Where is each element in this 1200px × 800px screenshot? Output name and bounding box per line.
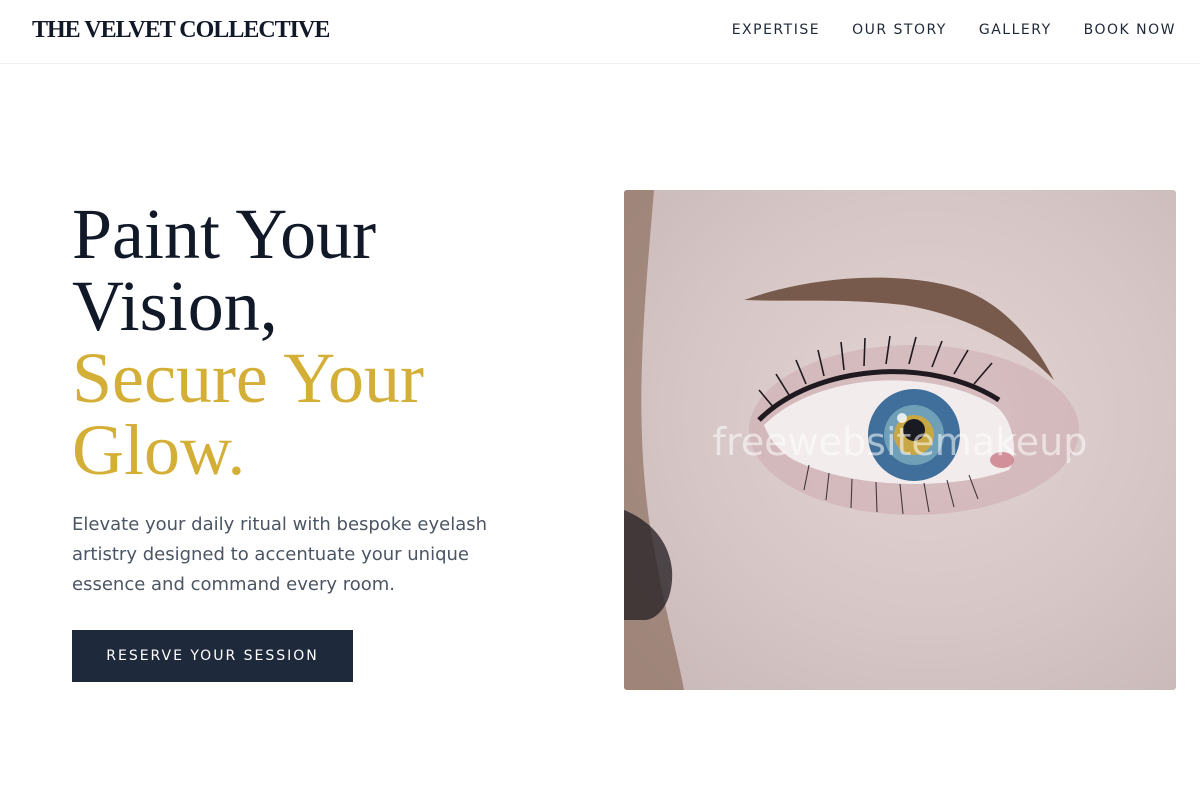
hero-title-line-2: Vision, [72,266,278,346]
brand-logo[interactable]: THE VELVET COLLECTIVE [32,17,330,44]
hero-description: Elevate your daily ritual with bespoke e… [72,514,488,595]
hero-title-line-1: Paint Your [72,194,377,274]
nav-link-gallery[interactable]: GALLERY [979,22,1052,38]
nav-link-book-now[interactable]: BOOK NOW [1084,22,1176,38]
reserve-session-button[interactable]: RESERVE YOUR SESSION [72,630,353,682]
image-watermark: freewebsitemakeup [712,420,1088,464]
main-nav: EXPERTISE OUR STORY GALLERY BOOK NOW [732,22,1176,38]
hero-title-line-4: Glow. [72,410,246,490]
site-header: THE VELVET COLLECTIVE EXPERTISE OUR STOR… [0,0,1200,64]
hero-title: Paint Your Vision, Secure Your Glow. [72,198,572,486]
hero-eye-image: freewebsitemakeup [624,190,1176,690]
nav-link-our-story[interactable]: OUR STORY [852,22,947,38]
hero-title-line-3: Secure Your [72,338,424,418]
nav-link-expertise[interactable]: EXPERTISE [732,22,820,38]
